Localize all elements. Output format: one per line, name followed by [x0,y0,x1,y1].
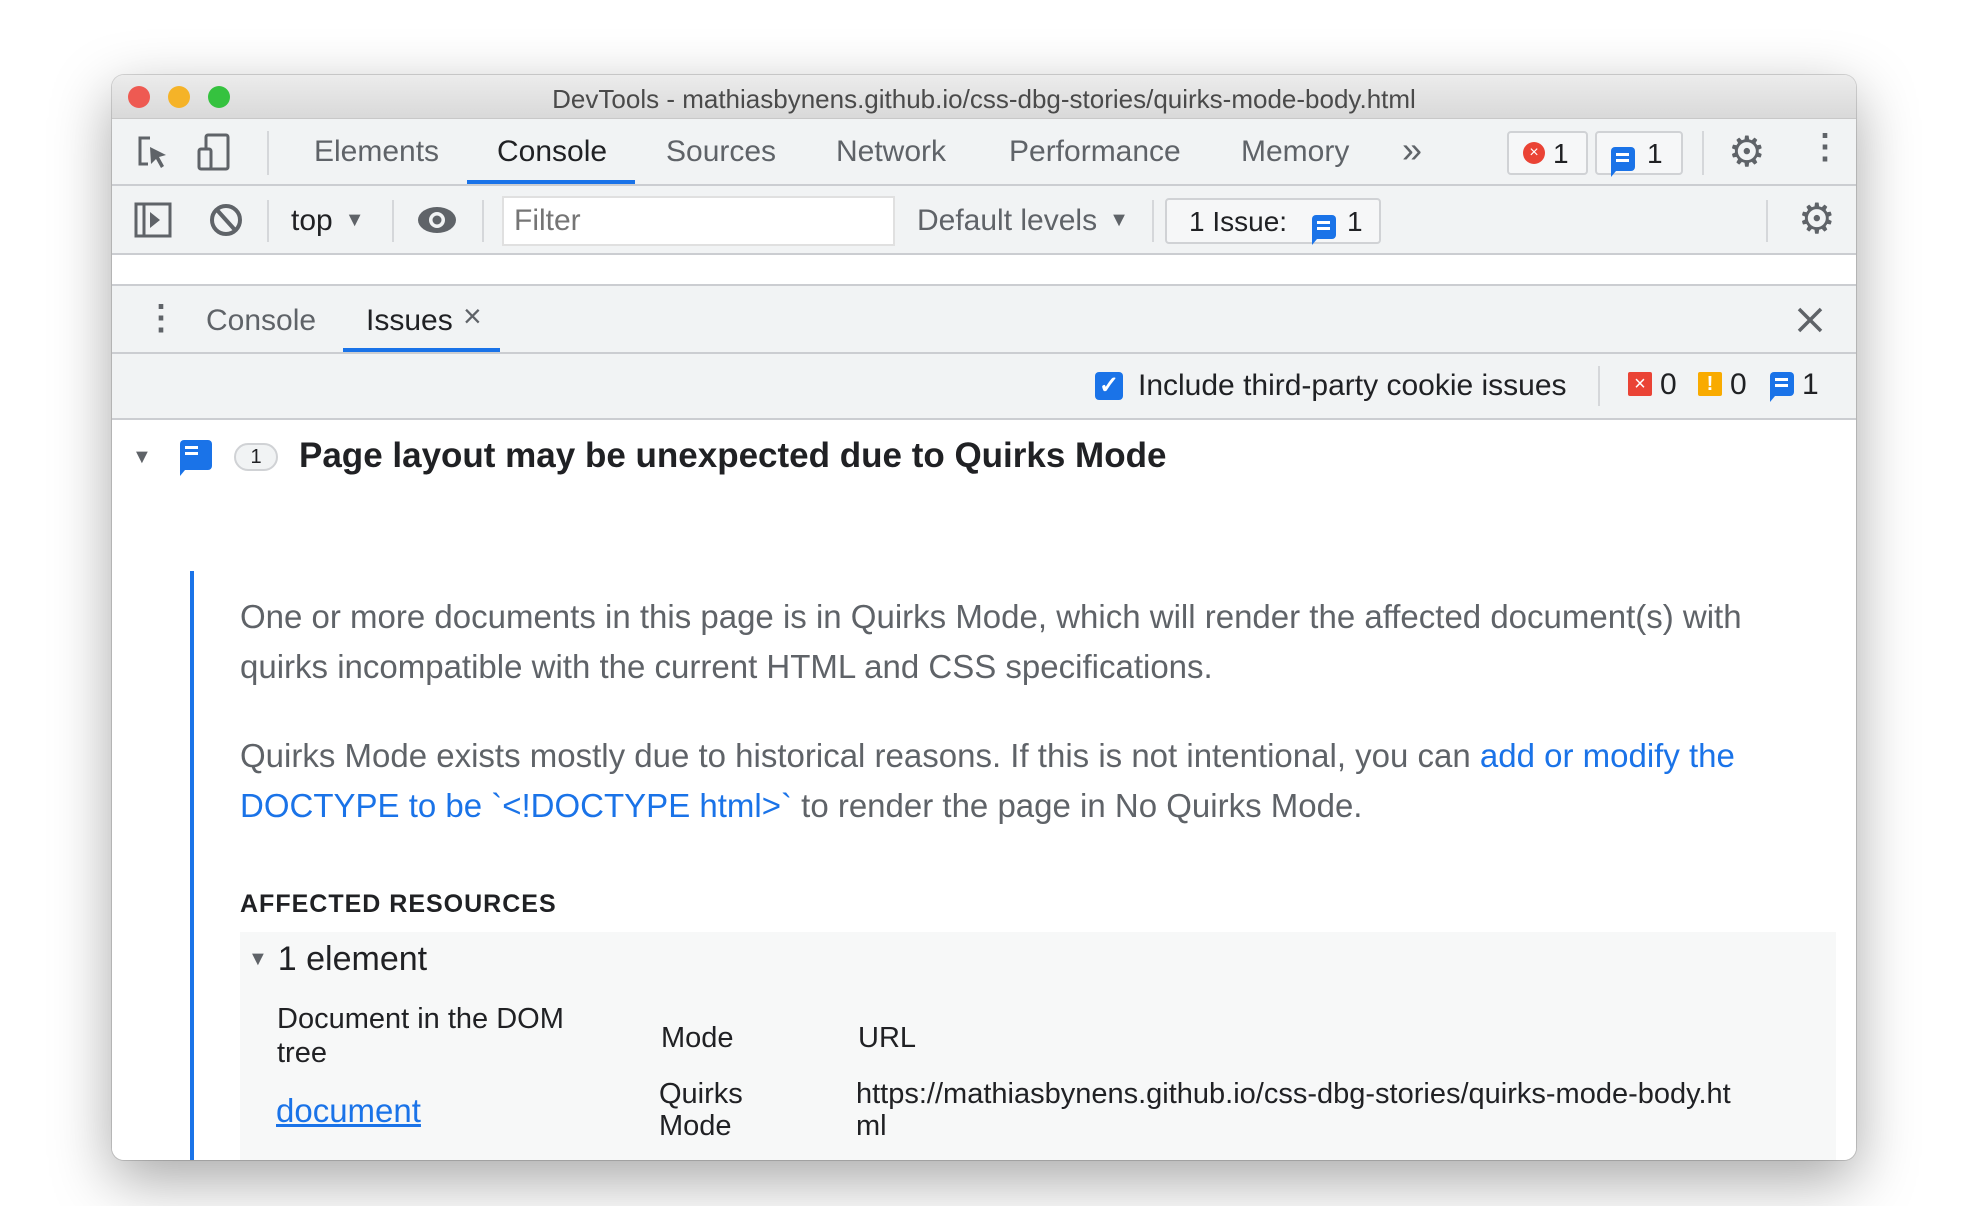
explanation-tail: to render the page in No Quirks Mode. [791,787,1363,824]
affected-resources-heading: AFFECTED RESOURCES [240,890,557,918]
tab-sources[interactable]: Sources [666,135,776,169]
issues-link-button[interactable]: 1 Issue: 1 [1165,198,1381,245]
active-tab-indicator [467,180,635,184]
issue-description: One or more documents in this page is in… [240,598,1742,685]
context-selector[interactable]: top ▼ [291,204,365,238]
drawer-tabbar: ⋮ Console Issues × [112,286,1856,354]
error-issues-icon: × [1628,372,1652,396]
drawer-tab-console[interactable]: Console [206,304,316,338]
tab-console[interactable]: Console [497,135,607,169]
column-header-mode: Mode [661,1022,734,1054]
drawer-menu-kebab-icon[interactable]: ⋮ [144,298,178,338]
expand-triangle-icon: ▼ [132,446,152,468]
document-mode: Quirks Mode [659,1078,743,1142]
divider [1766,200,1768,242]
issues-panel: ▼ 1 Page layout may be unexpected due to… [112,420,1856,1160]
drawer-tab-issues[interactable]: Issues [366,304,453,338]
issue-accent-bar [190,571,194,1160]
devtools-window: DevTools - mathiasbynens.github.io/css-d… [112,75,1856,1160]
issues-toolbar: ✓ Include third-party cookie issues × 0 … [112,354,1856,420]
settings-gear-icon[interactable]: ⚙ [1728,127,1766,176]
error-issues-count: 0 [1660,368,1677,401]
console-settings-gear-icon[interactable]: ⚙ [1798,194,1836,243]
divider [1598,366,1600,406]
explanation-text: Quirks Mode exists mostly due to histori… [240,737,1480,774]
issue-header[interactable]: ▼ 1 Page layout may be unexpected due to… [112,420,1856,490]
affected-resources-box: ▼ 1 element Document in the DOM tree Mode… [240,932,1836,1160]
third-party-cookie-label: Include third-party cookie issues [1138,369,1567,402]
info-issues-count: 1 [1802,368,1819,401]
issue-count: 1 [1347,206,1363,237]
expand-triangle-icon: ▼ [248,948,268,970]
error-count: 1 [1553,138,1569,169]
main-toolbar: Elements Console Sources Network Perform… [112,119,1856,186]
clear-console-icon[interactable] [208,202,244,238]
divider [1702,131,1704,175]
error-icon: × [1523,142,1545,164]
issue-explanation: Quirks Mode exists mostly due to histori… [240,731,1820,831]
console-output [112,255,1856,286]
document-link[interactable]: document [276,1092,421,1130]
console-toolbar: top ▼ Default levels ▼ 1 Issue: 1 ⚙ [112,186,1856,255]
more-options-kebab-icon[interactable]: ⋮ [1808,127,1842,167]
tab-performance[interactable]: Performance [1009,135,1181,169]
resource-group-label: 1 element [277,940,428,978]
issue-occurrence-count: 1 [234,443,278,471]
context-value: top [291,204,333,237]
active-tab-indicator [343,348,500,352]
device-toolbar-icon[interactable] [196,133,232,173]
issue-title: Page layout may be unexpected due to Qui… [299,436,1167,475]
sidebar-toggle-icon[interactable] [134,202,172,238]
more-tabs-button[interactable]: » [1402,129,1422,171]
filter-input[interactable] [502,196,895,246]
inspect-element-icon[interactable] [136,135,172,171]
info-issues-icon [1770,372,1794,402]
warning-issues-icon: ! [1698,372,1722,396]
close-issues-tab-icon[interactable]: × [463,298,482,335]
document-url: https://mathiasbynens.github.io/css-dbg-… [856,1078,1731,1142]
info-message-icon [180,440,212,476]
log-levels-dropdown[interactable]: Default levels ▼ [917,204,1129,238]
third-party-cookie-checkbox[interactable]: ✓ [1095,372,1123,400]
error-count-button[interactable]: × 1 [1507,131,1588,175]
column-header-url: URL [858,1022,917,1054]
divider [392,200,394,242]
eye-icon[interactable] [416,204,458,236]
title-bar: DevTools - mathiasbynens.github.io/css-d… [112,75,1856,119]
column-header-document: Document in the DOM tree [277,1003,564,1069]
dropdown-arrow-icon: ▼ [344,209,365,231]
info-message-icon [1611,146,1635,177]
tab-network[interactable]: Network [836,135,946,169]
issues-count-button[interactable]: 1 [1595,131,1683,177]
warning-issues-count: 0 [1730,368,1747,401]
issue-label: 1 Issue: [1189,206,1288,237]
dropdown-arrow-icon: ▼ [1109,209,1129,231]
tab-memory[interactable]: Memory [1241,135,1349,169]
close-drawer-icon[interactable] [1796,306,1824,334]
window-title: DevTools - mathiasbynens.github.io/css-d… [552,84,1416,114]
issues-count: 1 [1647,138,1663,169]
info-message-icon [1312,214,1336,245]
divider [1152,200,1154,242]
log-levels-value: Default levels [917,204,1098,237]
divider [267,131,269,175]
tab-elements[interactable]: Elements [314,135,439,169]
resource-group-toggle[interactable]: ▼ 1 element [248,940,427,979]
divider [267,200,269,242]
divider [482,200,484,242]
